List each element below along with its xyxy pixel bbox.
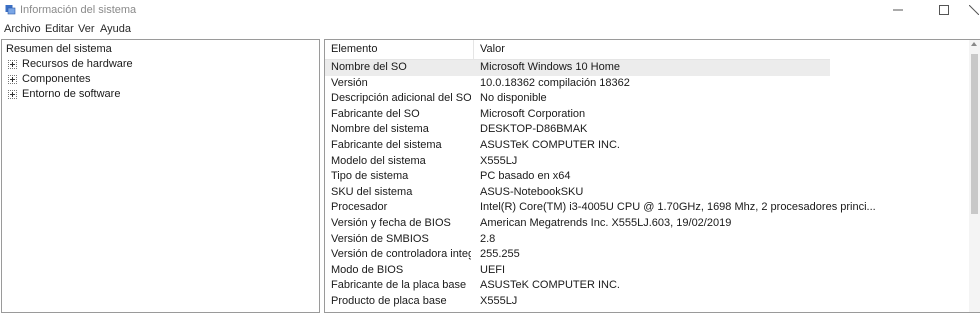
row-label: Producto de placa base <box>331 294 447 307</box>
row-label: Descripción adicional del SO <box>331 92 471 105</box>
row-value: 255.255 <box>480 248 520 261</box>
column-header-elemento[interactable]: Elemento <box>331 43 377 55</box>
close-button[interactable] <box>967 0 980 20</box>
row-value: No disponible <box>480 92 547 105</box>
row-value: PC basado en x64 <box>480 170 571 183</box>
table-row[interactable]: SKU del sistema ASUS-NotebookSKU <box>325 185 830 201</box>
row-label: SKU del sistema <box>331 185 413 198</box>
row-value: ASUS-NotebookSKU <box>480 185 584 198</box>
expand-icon[interactable] <box>8 74 17 84</box>
row-value: UEFI <box>480 263 506 276</box>
row-label: Versión de controladora integr... <box>331 248 471 261</box>
table-row[interactable]: Tipo de sistema PC basado en x64 <box>325 169 830 185</box>
row-label: Versión y fecha de BIOS <box>331 216 451 229</box>
table-row[interactable]: Descripción adicional del SO No disponibl… <box>325 91 830 107</box>
table-row[interactable]: Versión de SMBIOS 2.8 <box>325 232 830 248</box>
row-value: X555LJ <box>480 294 518 307</box>
table-row[interactable]: Producto de placa base X555LJ <box>325 294 830 310</box>
table-row[interactable]: Versión de controladora integr... 255.255 <box>325 247 830 263</box>
tree-item-label: Entorno de software <box>22 88 121 100</box>
row-value: Microsoft Windows 10 Home <box>480 61 620 73</box>
row-value: ASUSTeK COMPUTER INC. <box>480 279 620 292</box>
row-label: Fabricante del SO <box>331 107 420 120</box>
table-row[interactable]: Modelo del sistema X555LJ <box>325 154 830 170</box>
tree-item-recursos-de-hardware[interactable]: Recursos de hardware <box>8 58 133 70</box>
scroll-thumb[interactable] <box>971 54 978 214</box>
row-label: Versión de SMBIOS <box>331 232 429 245</box>
minimize-icon <box>893 9 903 11</box>
row-label: Modelo del sistema <box>331 154 426 167</box>
table-row[interactable]: Fabricante del sistema ASUSTeK COMPUTER I… <box>325 138 830 154</box>
details-list[interactable]: Elemento Valor Nombre del SO Microsoft Wi… <box>324 39 980 313</box>
menu-ver[interactable]: Ver <box>78 23 95 35</box>
table-row[interactable]: Modo de BIOS UEFI <box>325 263 830 279</box>
row-value: ASUSTeK COMPUTER INC. <box>480 138 620 151</box>
row-value: 2.8 <box>480 232 496 245</box>
close-icon <box>968 5 979 15</box>
table-row[interactable]: Nombre del sistema DESKTOP-D86BMAK <box>325 122 830 138</box>
list-header: Elemento Valor <box>325 40 830 60</box>
column-divider[interactable] <box>473 40 474 60</box>
row-label: Fabricante de la placa base <box>331 279 467 292</box>
menu-ayuda[interactable]: Ayuda <box>100 23 131 35</box>
tree-item-label: Componentes <box>22 73 91 85</box>
minimize-button[interactable] <box>875 0 921 20</box>
row-label: Nombre del SO <box>331 61 407 73</box>
window-title: Información del sistema <box>20 4 137 16</box>
row-label: Procesador <box>331 201 388 214</box>
row-label: Versión <box>331 76 368 89</box>
menu-bar: Archivo Editar Ver Ayuda <box>0 20 980 38</box>
tree-item-resumen-del-sistema[interactable]: Resumen del sistema <box>6 43 112 55</box>
row-value: American Megatrends Inc. X555LJ.603, 19/… <box>480 216 732 229</box>
category-tree[interactable]: Resumen del sistema Recursos de hardware… <box>1 39 320 313</box>
menu-archivo[interactable]: Archivo <box>4 23 41 35</box>
tree-item-label: Recursos de hardware <box>22 58 133 70</box>
rows-container: Nombre del SO Microsoft Windows 10 Home Ve… <box>325 60 980 310</box>
vertical-scrollbar[interactable] <box>969 40 980 312</box>
row-label: Tipo de sistema <box>331 170 409 183</box>
row-value: 10.0.18362 compilación 18362 <box>480 76 630 89</box>
table-row[interactable]: Fabricante de la placa base ASUSTeK COMPU… <box>325 278 830 294</box>
system-info-icon <box>5 5 16 15</box>
table-row[interactable]: Nombre del SO Microsoft Windows 10 Home <box>325 60 830 76</box>
menu-editar[interactable]: Editar <box>45 23 74 35</box>
column-header-valor[interactable]: Valor <box>480 43 505 55</box>
tree-item-entorno-de-software[interactable]: Entorno de software <box>8 88 120 100</box>
row-value: DESKTOP-D86BMAK <box>480 123 588 136</box>
tree-item-componentes[interactable]: Componentes <box>8 73 91 85</box>
row-label: Modo de BIOS <box>331 263 404 276</box>
title-bar: Información del sistema <box>0 0 980 20</box>
row-label: Nombre del sistema <box>331 123 429 136</box>
expand-icon[interactable] <box>8 59 17 69</box>
row-label: Fabricante del sistema <box>331 138 442 151</box>
row-value: Microsoft Corporation <box>480 107 586 120</box>
scroll-up-icon[interactable] <box>971 42 977 46</box>
maximize-button[interactable] <box>921 0 967 20</box>
expand-icon[interactable] <box>8 89 17 99</box>
table-row[interactable]: Fabricante del SO Microsoft Corporation <box>325 107 830 123</box>
row-value: X555LJ <box>480 154 518 167</box>
table-row[interactable]: Versión y fecha de BIOS American Megatren… <box>325 216 830 232</box>
row-value: Intel(R) Core(TM) i3-4005U CPU @ 1.70GHz… <box>480 201 876 214</box>
maximize-icon <box>939 5 949 15</box>
table-row[interactable]: Procesador Intel(R) Core(TM) i3-4005U CPU… <box>325 200 876 216</box>
table-row[interactable]: Versión 10.0.18362 compilación 18362 <box>325 76 830 92</box>
